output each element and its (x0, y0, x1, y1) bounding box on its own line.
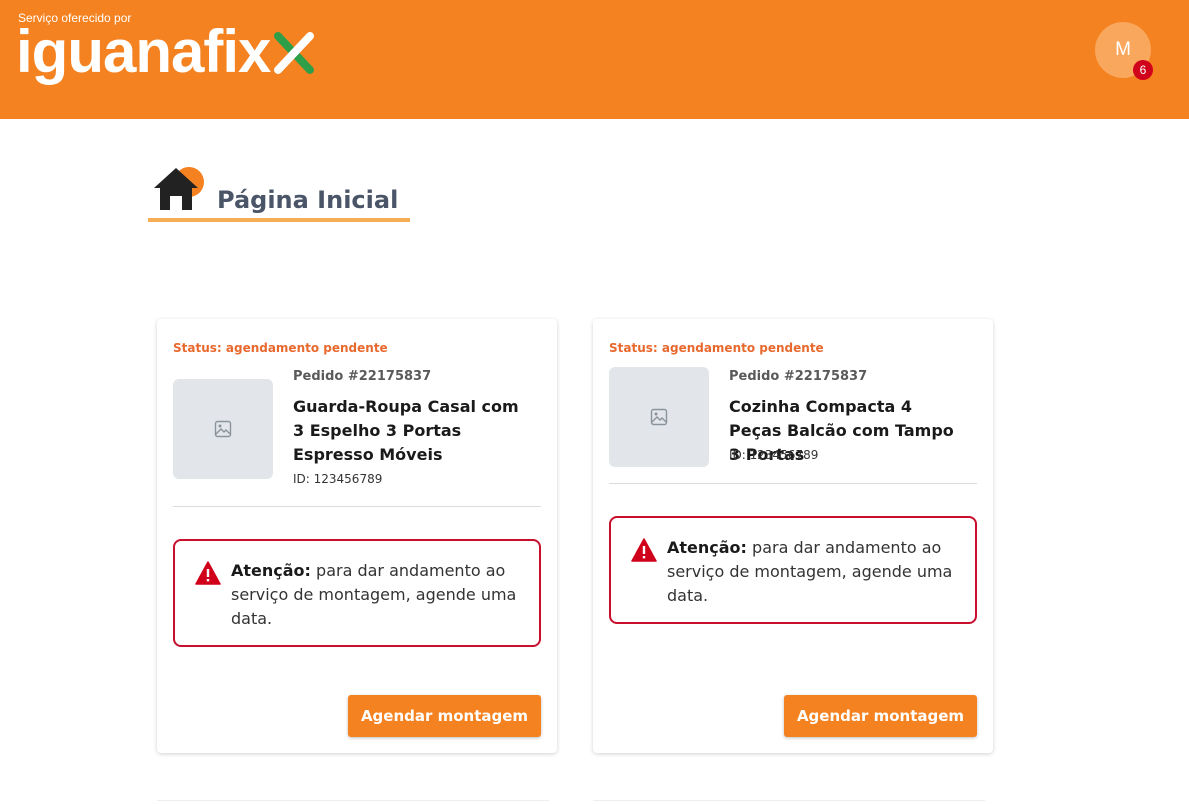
title-underline (148, 218, 410, 222)
warning-icon (195, 561, 221, 585)
schedule-assembly-button[interactable]: Agendar montagem (348, 695, 541, 737)
next-card-edge (593, 800, 985, 804)
status-label: Status: agendamento pendente (173, 341, 388, 355)
next-card-edge (157, 800, 549, 804)
image-placeholder-icon (214, 420, 232, 438)
order-card: Status: agendamento pendente Pedido #221… (593, 319, 993, 753)
order-number: Pedido #22175837 (729, 369, 868, 384)
alert-label: Atenção: (667, 538, 747, 557)
product-id: ID: 123456789 (293, 472, 383, 486)
page-title: Página Inicial (217, 186, 399, 214)
logo-x-mark (274, 32, 314, 74)
home-icon (154, 167, 204, 210)
header: Serviço oferecido por iguanafix M 6 (0, 0, 1189, 119)
product-id: ID: 123456789 (729, 448, 819, 462)
alert-message: Atenção: para dar andamento ao serviço d… (667, 536, 957, 608)
divider (609, 483, 977, 484)
product-thumbnail (173, 379, 273, 479)
attention-alert: Atenção: para dar andamento ao serviço d… (609, 516, 977, 624)
image-placeholder-icon (650, 408, 668, 426)
warning-icon (631, 538, 657, 562)
alert-label: Atenção: (231, 561, 311, 580)
attention-alert: Atenção: para dar andamento ao serviço d… (173, 539, 541, 647)
divider (173, 506, 541, 507)
order-card: Status: agendamento pendente Pedido #221… (157, 319, 557, 753)
notification-badge: 6 (1133, 60, 1153, 80)
logo[interactable]: iguanafix (16, 20, 271, 84)
page-title-section: Página Inicial (148, 160, 410, 223)
product-thumbnail (609, 367, 709, 467)
schedule-assembly-button[interactable]: Agendar montagem (784, 695, 977, 737)
order-number: Pedido #22175837 (293, 369, 432, 384)
status-label: Status: agendamento pendente (609, 341, 824, 355)
product-name: Guarda-Roupa Casal com 3 Espelho 3 Porta… (293, 397, 519, 464)
alert-message: Atenção: para dar andamento ao serviço d… (231, 559, 521, 631)
